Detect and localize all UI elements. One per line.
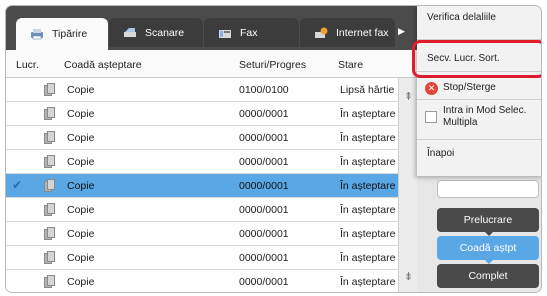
tab-print-label: Tipărire	[52, 28, 88, 40]
row-sets: 0000/0001	[239, 108, 289, 120]
row-status: În așteptare	[340, 108, 396, 120]
header-sets: Seturi/Progres	[239, 59, 307, 71]
row-name: Copie	[67, 108, 95, 120]
row-name: Copie	[67, 180, 95, 192]
table-row-selected[interactable]: ✔ Copie 0000/0001 În așteptare	[6, 174, 398, 198]
tab-bar: Tipărire Scanare Fax Internet fax ▶	[6, 6, 417, 50]
row-status: Lipsă hârtie	[340, 84, 395, 96]
menu-item-stop-label: Stop/Sterge	[443, 82, 496, 93]
row-name: Copie	[67, 252, 95, 264]
row-sets: 0000/0001	[239, 276, 289, 288]
scanner-icon	[123, 27, 137, 39]
row-status: În așteptare	[340, 252, 396, 264]
copy-job-icon	[44, 179, 55, 192]
job-list: Copie 0100/0100 Lipsă hârtie Copie 0000/…	[6, 78, 398, 292]
queue-button[interactable]: Coadă aștpt	[437, 236, 539, 260]
table-row[interactable]: Copie 0000/0001 În așteptare	[6, 222, 398, 246]
tab-internet-fax-label: Internet fax	[336, 26, 389, 39]
tab-fax-label: Fax	[240, 26, 258, 39]
tab-scan-label: Scanare	[145, 26, 185, 39]
row-status: În așteptare	[340, 276, 396, 288]
stop-icon: ✕	[425, 82, 438, 95]
internet-fax-icon	[314, 27, 328, 39]
row-name: Copie	[67, 204, 95, 216]
table-header: Lucr. Coadă așteptare Seturi/Progres Sta…	[6, 50, 417, 78]
row-name: Copie	[67, 132, 95, 144]
table-row[interactable]: Copie 0000/0001 În așteptare	[6, 150, 398, 174]
scroll-down-icon[interactable]: ⇟	[402, 270, 415, 286]
copy-job-icon	[44, 275, 55, 288]
scroll-up-icon[interactable]: ⇞	[402, 90, 415, 106]
menu-item-stop-delete[interactable]: ✕ Stop/Sterge	[417, 76, 541, 100]
checkmark-icon: ✔	[12, 178, 23, 192]
row-sets: 0000/0001	[239, 156, 289, 168]
table-row[interactable]: Copie 0000/0001 În așteptare	[6, 102, 398, 126]
row-status: În așteptare	[340, 204, 396, 216]
row-status: În așteptare	[340, 132, 396, 144]
header-lucr: Lucr.	[16, 59, 39, 71]
tab-scan[interactable]: Scanare	[109, 18, 203, 47]
menu-item-back[interactable]: Înapoi	[417, 140, 541, 166]
scrollbar[interactable]: ⇞ ⇟	[398, 78, 417, 292]
table-row[interactable]: Copie 0000/0001 În așteptare	[6, 270, 398, 292]
row-name: Copie	[67, 276, 95, 288]
copy-job-icon	[44, 251, 55, 264]
row-name: Copie	[67, 156, 95, 168]
tab-fax[interactable]: Fax	[204, 18, 299, 47]
tab-scroll-right-icon[interactable]: ▶	[398, 26, 408, 38]
table-row[interactable]: Copie 0000/0001 În așteptare	[6, 198, 398, 222]
header-status: Stare	[338, 59, 364, 71]
printer-icon	[30, 28, 44, 40]
copy-job-icon	[44, 131, 55, 144]
tab-internet-fax[interactable]: Internet fax	[300, 18, 395, 47]
blank-button	[437, 180, 539, 198]
fax-icon	[218, 27, 232, 39]
table-row[interactable]: Copie 0000/0001 În așteptare	[6, 246, 398, 270]
copy-job-icon	[44, 107, 55, 120]
table-row[interactable]: Copie 0000/0001 În așteptare	[6, 126, 398, 150]
row-sets: 0100/0100	[239, 84, 289, 96]
highlight-frame	[412, 40, 541, 78]
copy-job-icon	[44, 203, 55, 216]
header-queue: Coadă așteptare	[64, 59, 142, 71]
multi-select-checkbox[interactable]	[425, 111, 437, 123]
row-name: Copie	[67, 228, 95, 240]
action-menu: Verifica delaliile Secv. Lucr. Sort. ✕ S…	[412, 6, 541, 176]
copy-job-icon	[44, 155, 55, 168]
processing-button[interactable]: Prelucrare	[437, 208, 539, 232]
menu-item-check-details[interactable]: Verifica delaliile	[417, 6, 541, 40]
copy-job-icon	[44, 227, 55, 240]
row-status: În așteptare	[340, 156, 396, 168]
row-sets: 0000/0001	[239, 204, 289, 216]
row-status: În așteptare	[340, 228, 396, 240]
table-row[interactable]: Copie 0100/0100 Lipsă hârtie	[6, 78, 398, 102]
row-status: În așteptare	[340, 180, 396, 192]
row-sets: 0000/0001	[239, 180, 289, 192]
row-sets: 0000/0001	[239, 228, 289, 240]
row-sets: 0000/0001	[239, 252, 289, 264]
row-name: Copie	[67, 84, 95, 96]
complete-button[interactable]: Complet	[437, 264, 539, 288]
copy-job-icon	[44, 83, 55, 96]
right-panel: Prelucrare Coadă aștpt Complet Verifica …	[412, 6, 541, 292]
tab-print[interactable]: Tipărire	[16, 18, 108, 50]
menu-item-multi-label: Intra in Mod Selec. Multipla	[443, 105, 527, 128]
row-sets: 0000/0001	[239, 132, 289, 144]
job-status-screen: Tipărire Scanare Fax Internet fax ▶ Lucr…	[5, 5, 542, 293]
menu-item-multi-select[interactable]: Intra in Mod Selec. Multipla	[417, 100, 541, 140]
